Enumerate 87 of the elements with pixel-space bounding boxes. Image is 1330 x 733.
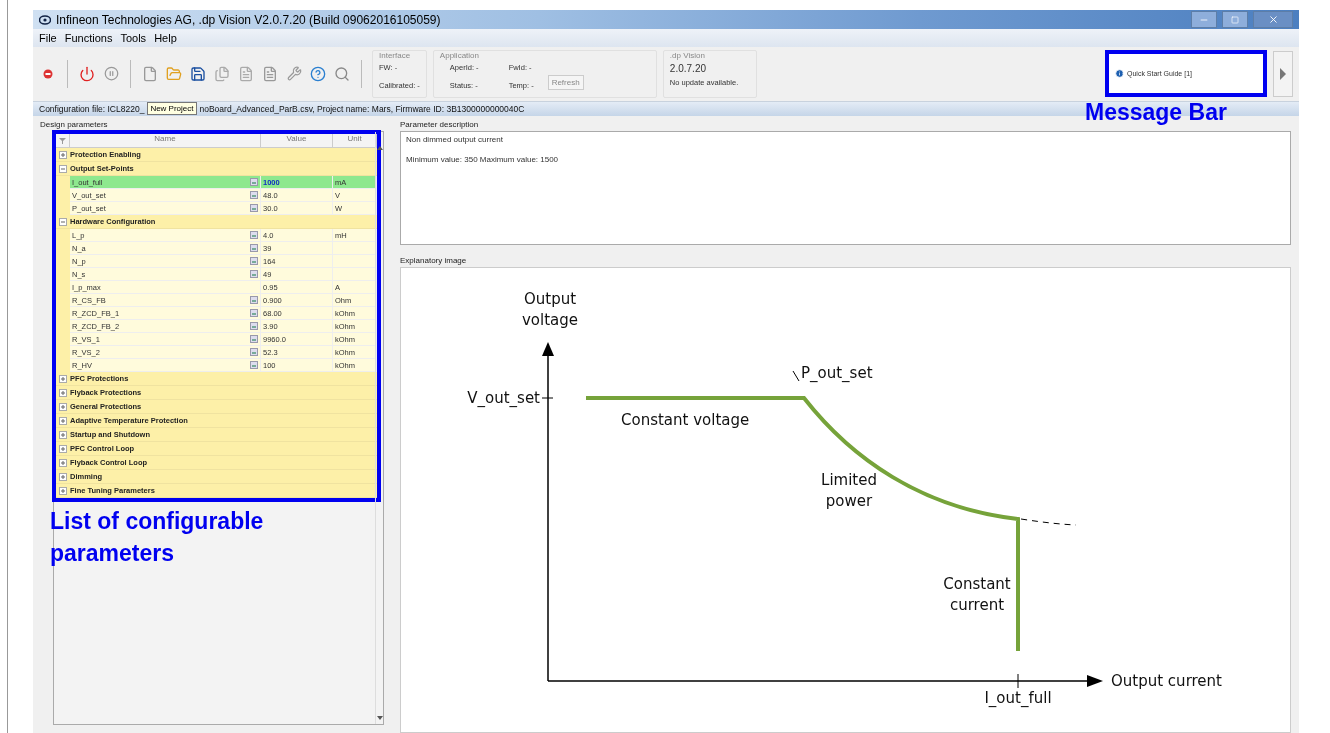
app-logo-icon (39, 14, 51, 25)
group-title: Application (439, 50, 480, 60)
collapse-icon[interactable] (59, 217, 67, 226)
edit-icon[interactable] (250, 178, 258, 186)
document-icon[interactable] (237, 64, 255, 83)
save-icon[interactable] (189, 64, 207, 83)
play-icon (1279, 67, 1287, 80)
edit-icon[interactable] (250, 191, 258, 199)
edit-icon[interactable] (250, 361, 258, 369)
group-title: .dp Vision (669, 50, 706, 60)
curve-label: Constant voltage (621, 411, 750, 429)
collapse-icon[interactable] (59, 164, 67, 173)
wrench-icon[interactable] (285, 64, 303, 83)
edit-icon[interactable] (250, 257, 258, 265)
edit-icon[interactable] (250, 296, 258, 304)
expand-icon[interactable] (59, 416, 67, 425)
edit-icon[interactable] (250, 309, 258, 317)
search-icon[interactable] (333, 64, 351, 83)
scrollbar[interactable] (375, 132, 383, 724)
group-title: Interface (379, 50, 412, 60)
documents-icon[interactable] (213, 64, 231, 83)
edit-icon[interactable] (250, 231, 258, 239)
annotation-label: List of configurable parameters (50, 507, 264, 568)
panel-title: Parameter description (400, 120, 480, 129)
annotation-label: Message Bar (1085, 99, 1227, 126)
menu-item[interactable]: File (39, 31, 57, 44)
menu-item[interactable]: Tools (120, 31, 147, 44)
config-text: Configuration file: ICL8220_ (39, 103, 145, 114)
refresh-button[interactable]: Refresh (547, 74, 584, 90)
edit-icon[interactable] (250, 270, 258, 278)
tick-mark (541, 397, 554, 399)
folder-icon[interactable] (165, 64, 183, 83)
edit-icon[interactable] (250, 348, 258, 356)
panel-title: Design parameters (40, 120, 109, 129)
expand-icon[interactable] (59, 458, 67, 467)
expand-icon[interactable] (59, 444, 67, 453)
version-number: 2.0.7.20 (669, 62, 707, 74)
column-header[interactable]: Value (261, 134, 333, 147)
edit-icon[interactable] (250, 244, 258, 252)
config-text: noBoard_Advanced_ParB.csv, Project name: Mars, Firmware ID: 3B1300000000040C (199, 103, 525, 114)
info-icon (1115, 69, 1124, 79)
tooltip: New Project (147, 102, 197, 116)
curve-label: P_out_set (801, 364, 873, 382)
curve-label: V_out_set (467, 389, 540, 407)
column-header[interactable]: Unit (333, 134, 377, 147)
maximize-button[interactable] (1222, 11, 1248, 29)
document-icon[interactable] (261, 64, 279, 83)
description-text: Minimum value: 350 Maximum value: 1500 (406, 155, 560, 164)
power-icon[interactable] (78, 64, 96, 83)
curve-label: current (949, 596, 1005, 614)
axis-label: Output (523, 290, 577, 308)
edit-icon[interactable] (250, 322, 258, 330)
column-header[interactable]: Name (70, 134, 261, 147)
axis-label: Output current (1111, 672, 1222, 690)
tick-mark (792, 370, 800, 382)
curve-label: Limited (821, 471, 877, 489)
expand-icon[interactable] (59, 374, 67, 383)
close-button[interactable] (1253, 11, 1293, 29)
close-icon (1267, 14, 1279, 26)
description-text: Non dimmed output current (406, 135, 504, 144)
unit-cell (333, 255, 377, 268)
expand-icon[interactable] (59, 430, 67, 439)
new-file-icon[interactable] (141, 64, 159, 83)
expand-icon[interactable] (59, 150, 67, 159)
unit-cell (333, 268, 377, 281)
expand-icon[interactable] (59, 472, 67, 481)
expand-icon[interactable] (59, 486, 67, 495)
minimize-button[interactable] (1191, 11, 1217, 29)
axis-label: I_out_full (984, 689, 1052, 707)
menu-item[interactable]: Help (154, 31, 177, 44)
unit-cell (333, 242, 377, 255)
axis-label: voltage (522, 311, 578, 329)
panel-title: Explanatory image (400, 256, 468, 265)
next-button[interactable] (1273, 50, 1293, 97)
edit-icon[interactable] (250, 204, 258, 212)
window-title: Infineon Technologies AG, .dp Vision V2.0.7.20 (Build 09062016105059) (56, 12, 441, 27)
edit-icon[interactable] (250, 335, 258, 343)
pause-icon[interactable] (102, 64, 120, 83)
tick-mark (1017, 673, 1019, 689)
curve-label: Constant (943, 575, 1011, 593)
expand-icon[interactable] (59, 388, 67, 397)
filter-icon[interactable] (59, 137, 66, 144)
expand-icon[interactable] (59, 402, 67, 411)
maximize-icon (1231, 15, 1239, 24)
menu-item[interactable]: Functions (64, 31, 113, 44)
curve-label: power (825, 492, 873, 510)
help-icon[interactable] (309, 64, 327, 83)
